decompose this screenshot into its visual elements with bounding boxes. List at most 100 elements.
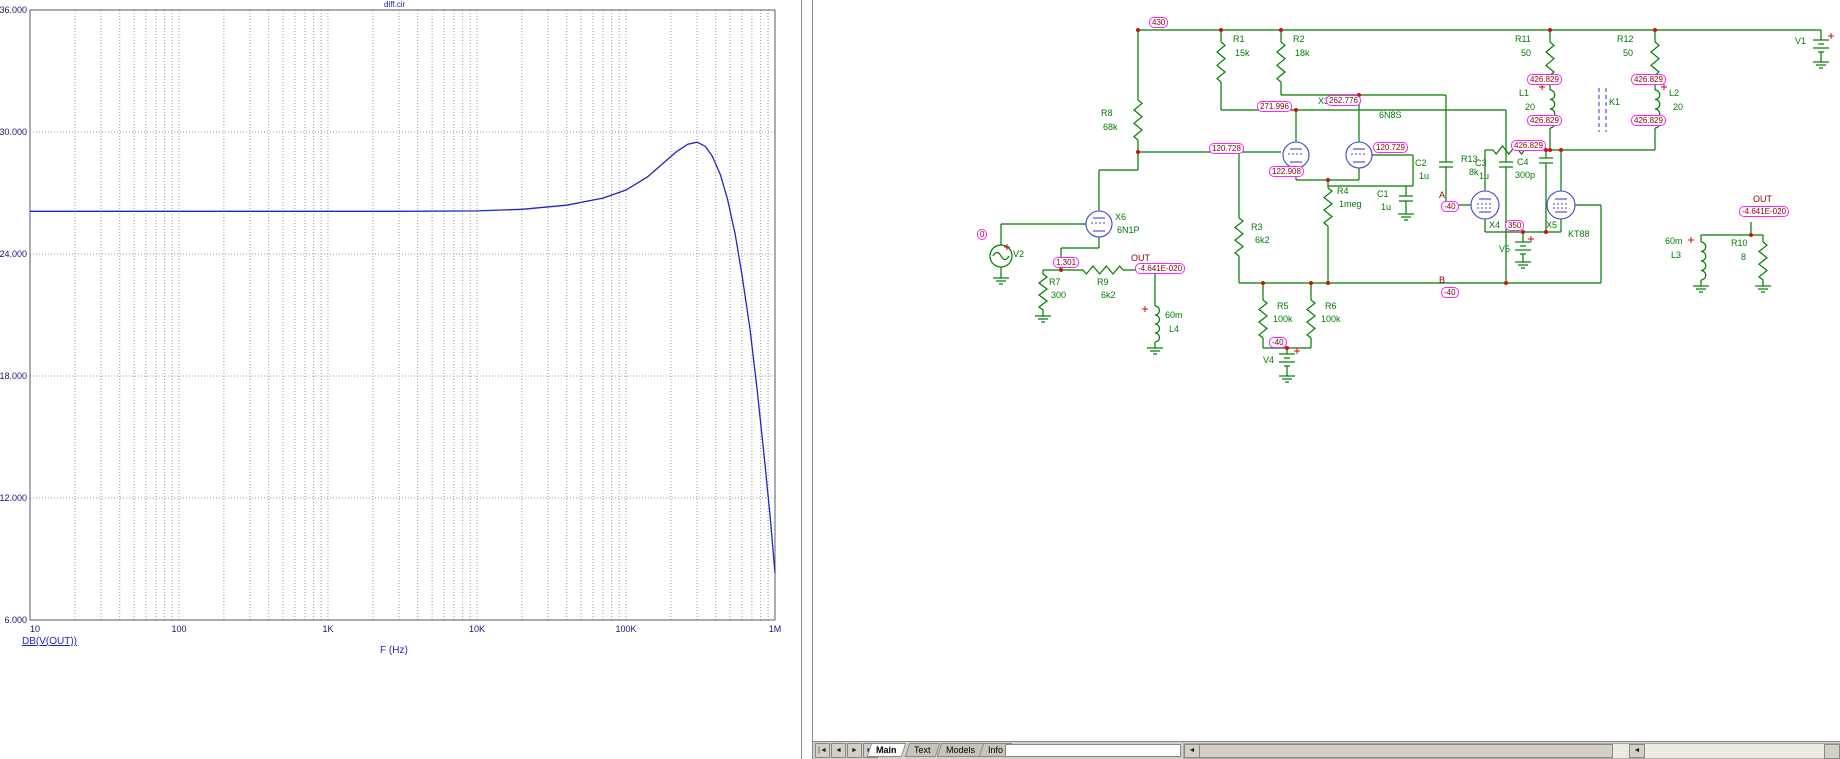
axis-tick-labels: 36.000 30.000 24.000 18.000 12.000 6.00010 100…	[0, 5, 781, 634]
component-part-kt88[interactable]: KT88	[1568, 229, 1590, 239]
svg-text:1M: 1M	[769, 624, 782, 634]
component-label-l2[interactable]: L2	[1669, 88, 1679, 98]
svg-text:18.000: 18.000	[0, 371, 27, 381]
node-voltage-badge[interactable]: 350	[1505, 220, 1525, 231]
node-voltage-badge[interactable]: -40	[1269, 337, 1287, 348]
component-value-c3[interactable]: 1u	[1479, 171, 1489, 181]
component-label-c1[interactable]: C1	[1377, 189, 1389, 199]
node-voltage-badge[interactable]: -40	[1441, 201, 1459, 212]
component-label-v1[interactable]: V1	[1795, 36, 1806, 46]
component-label-r12[interactable]: R12	[1617, 34, 1634, 44]
component-value-r2[interactable]: 18k	[1295, 48, 1310, 58]
node-voltage-badge[interactable]: 262.776	[1326, 95, 1361, 106]
component-label-r1[interactable]: R1	[1233, 34, 1245, 44]
component-label-r7[interactable]: R7	[1049, 277, 1061, 287]
component-value-c1[interactable]: 1u	[1381, 202, 1391, 212]
node-voltage-badge[interactable]: 426.829	[1631, 115, 1666, 126]
grid-lines	[29, 9, 776, 621]
component-value-r6[interactable]: 100k	[1321, 314, 1341, 324]
component-label-r4[interactable]: R4	[1337, 186, 1349, 196]
scrollbar-thumb[interactable]	[1199, 744, 1613, 758]
node-label-out-right[interactable]: OUT	[1753, 194, 1772, 204]
component-value-r12[interactable]: 50	[1623, 48, 1633, 58]
node-voltage-badge[interactable]: 271.996	[1257, 101, 1292, 112]
component-value-r3[interactable]: 6k2	[1255, 235, 1270, 245]
scroll-left-button[interactable]: ◄	[1184, 744, 1200, 758]
component-label-c2[interactable]: C2	[1415, 158, 1427, 168]
schematic-canvas[interactable]	[813, 0, 1840, 741]
component-value-l4[interactable]: 60m	[1165, 310, 1183, 320]
component-label-v2[interactable]: V2	[1013, 249, 1024, 259]
svg-text:10: 10	[30, 624, 40, 634]
node-voltage-badge[interactable]: 120.728	[1209, 143, 1244, 154]
node-voltage-badge[interactable]: -4.641E-020	[1739, 206, 1790, 217]
component-value-r8[interactable]: 68k	[1103, 122, 1118, 132]
node-label-a[interactable]: A	[1439, 190, 1445, 200]
component-label-r9[interactable]: R9	[1097, 277, 1109, 287]
schematic-tab-bar: |◄ ◄ ► ►| Main Text Models Info ◄ ◄	[813, 741, 1840, 759]
component-value-r5[interactable]: 100k	[1273, 314, 1293, 324]
component-value-l2[interactable]: 20	[1673, 102, 1683, 112]
polarity-marks	[1004, 33, 1834, 354]
component-label-x5[interactable]: X5	[1546, 220, 1557, 230]
node-label-out-left[interactable]: OUT	[1131, 253, 1150, 263]
node-voltage-badge[interactable]: 426.829	[1527, 74, 1562, 85]
node-voltage-badge[interactable]: -40	[1441, 287, 1459, 298]
component-label-v4[interactable]: V4	[1263, 355, 1274, 365]
tab-main[interactable]: Main	[869, 743, 904, 757]
trace-legend[interactable]: DB(V(OUT))	[22, 636, 77, 647]
svg-text:12.000: 12.000	[0, 493, 27, 503]
component-value-r9[interactable]: 6k2	[1101, 290, 1116, 300]
tab-text[interactable]: Text	[907, 743, 938, 757]
node-voltage-badge[interactable]: 426.829	[1511, 140, 1546, 151]
svg-text:10K: 10K	[469, 624, 485, 634]
component-value-r7[interactable]: 300	[1051, 290, 1066, 300]
scroll-right-button[interactable]: ◄	[1629, 744, 1645, 758]
component-label-r6[interactable]: R6	[1325, 301, 1337, 311]
prev-page-button[interactable]: ◄	[831, 743, 846, 758]
component-value-l3[interactable]: 60m	[1665, 236, 1683, 246]
component-label-r8[interactable]: R8	[1101, 108, 1113, 118]
node-voltage-badge[interactable]: 1.301	[1053, 257, 1080, 268]
bode-plot-svg: 36.000 30.000 24.000 18.000 12.000 6.00010 100…	[0, 5, 781, 634]
component-value-c2[interactable]: 1u	[1419, 171, 1429, 181]
page-search-field[interactable]	[1005, 744, 1181, 757]
component-label-v5[interactable]: V5	[1499, 244, 1510, 254]
tab-models[interactable]: Models	[939, 743, 982, 757]
component-label-k1[interactable]: K1	[1609, 97, 1620, 107]
component-value-l1[interactable]: 20	[1525, 102, 1535, 112]
component-label-c4[interactable]: C4	[1517, 157, 1529, 167]
component-label-r10[interactable]: R10	[1731, 238, 1748, 248]
node-voltage-badge[interactable]: 426.829	[1631, 74, 1666, 85]
svg-text:36.000: 36.000	[0, 5, 27, 15]
component-value-r10[interactable]: 8	[1741, 252, 1746, 262]
node-voltage-badge[interactable]: -4.641E-020	[1135, 263, 1186, 274]
component-label-l1[interactable]: L1	[1519, 88, 1529, 98]
component-label-l4[interactable]: L4	[1169, 324, 1179, 334]
component-part-6n8s[interactable]: 6N8S	[1379, 110, 1402, 120]
component-label-x6[interactable]: X6	[1115, 212, 1126, 222]
node-voltage-badge[interactable]: 426.829	[1527, 115, 1562, 126]
window-divider[interactable]	[802, 0, 813, 759]
first-page-button[interactable]: |◄	[815, 743, 830, 758]
node-voltage-badge[interactable]: 120.729	[1373, 142, 1408, 153]
component-part-6n1p[interactable]: 6N1P	[1117, 225, 1140, 235]
node-label-b[interactable]: B	[1439, 275, 1445, 285]
next-page-button[interactable]: ►	[847, 743, 862, 758]
component-label-r5[interactable]: R5	[1277, 301, 1289, 311]
svg-text:1K: 1K	[322, 624, 333, 634]
component-value-r11[interactable]: 50	[1521, 48, 1531, 58]
component-label-r3[interactable]: R3	[1251, 222, 1263, 232]
component-value-r1[interactable]: 15k	[1235, 48, 1250, 58]
component-label-x4[interactable]: X4	[1489, 220, 1500, 230]
component-value-r13[interactable]: 8k	[1469, 167, 1479, 177]
component-value-c4[interactable]: 300p	[1515, 170, 1535, 180]
component-value-r4[interactable]: 1meg	[1339, 199, 1362, 209]
node-voltage-badge[interactable]: 122.908	[1269, 166, 1304, 177]
node-voltage-badge[interactable]: 430	[1149, 17, 1169, 28]
horizontal-scrollbar[interactable]: ◄ ◄	[1183, 743, 1840, 759]
component-label-r13[interactable]: R13	[1461, 154, 1478, 164]
component-label-l3[interactable]: L3	[1671, 250, 1681, 260]
component-label-r11[interactable]: R11	[1515, 34, 1531, 44]
component-label-r2[interactable]: R2	[1293, 34, 1305, 44]
